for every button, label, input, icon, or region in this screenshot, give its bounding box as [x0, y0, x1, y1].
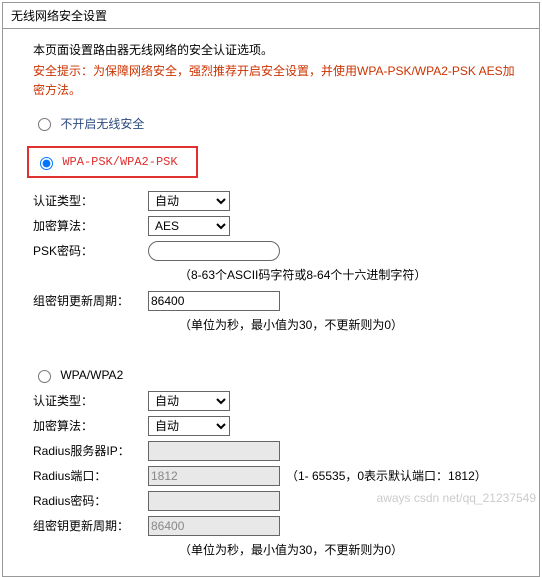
psk-password-row: PSK密码： — [33, 241, 519, 261]
radius-ip-label: Radius服务器IP： — [33, 442, 148, 459]
wpa-encryption-label: 加密算法： — [33, 417, 148, 434]
panel-title: 无线网络安全设置 — [3, 3, 539, 29]
radio-disable-security[interactable] — [38, 118, 51, 131]
wpa-auth-type-select[interactable]: 自动 — [148, 391, 230, 411]
psk-rekey-row: 组密钥更新周期： — [33, 291, 519, 311]
psk-password-input[interactable] — [148, 241, 280, 261]
wpa-rekey-label: 组密钥更新周期： — [33, 517, 148, 534]
encryption-label: 加密算法： — [33, 217, 148, 234]
option-wpa-psk-highlight: WPA-PSK/WPA2-PSK — [27, 146, 198, 178]
group-rekey-label: 组密钥更新周期： — [33, 292, 148, 309]
option-disable-security[interactable]: 不开启无线安全 — [33, 113, 519, 134]
radius-port-input[interactable] — [148, 466, 280, 486]
wireless-security-panel: 无线网络安全设置 本页面设置路由器无线网络的安全认证选项。 安全提示：为保障网络… — [2, 2, 540, 577]
wpa-auth-type-label: 认证类型： — [33, 392, 148, 409]
wpa-rekey-hint: （单位为秒，最小值为30，不更新则为0） — [179, 541, 519, 560]
option-wpa-psk[interactable]: WPA-PSK/WPA2-PSK — [35, 152, 178, 172]
radio-wpa-psk[interactable] — [40, 157, 53, 170]
radius-port-row: Radius端口： （1- 65535，0表示默认端口：1812） — [33, 466, 519, 486]
psk-password-label: PSK密码： — [33, 242, 148, 259]
panel-content: 本页面设置路由器无线网络的安全认证选项。 安全提示：为保障网络安全，强烈推荐开启… — [3, 29, 539, 576]
auth-type-label: 认证类型： — [33, 192, 148, 209]
radius-port-hint: （1- 65535，0表示默认端口：1812） — [286, 467, 487, 484]
option-wpa[interactable]: WPA/WPA2 — [33, 365, 519, 385]
wpa-encryption-select[interactable]: 自动 — [148, 416, 230, 436]
radius-pw-row: Radius密码： — [33, 491, 519, 511]
psk-encryption-select[interactable]: AES — [148, 216, 230, 236]
psk-auth-type-row: 认证类型： 自动 — [33, 191, 519, 211]
psk-encryption-row: 加密算法： AES — [33, 216, 519, 236]
radio-wpa-psk-label: WPA-PSK/WPA2-PSK — [62, 155, 177, 169]
radio-wpa-label: WPA/WPA2 — [60, 368, 123, 382]
radius-port-label: Radius端口： — [33, 467, 148, 484]
psk-auth-type-select[interactable]: 自动 — [148, 191, 230, 211]
security-warning-text: 安全提示：为保障网络安全，强烈推荐开启安全设置，并使用WPA-PSK/WPA2-… — [33, 62, 519, 100]
wpa-rekey-input[interactable] — [148, 516, 280, 536]
radio-wpa[interactable] — [38, 370, 51, 383]
description-text: 本页面设置路由器无线网络的安全认证选项。 — [33, 41, 519, 60]
radio-disable-label: 不开启无线安全 — [60, 117, 144, 131]
wpa-rekey-row: 组密钥更新周期： — [33, 516, 519, 536]
radius-pw-input[interactable] — [148, 491, 280, 511]
radius-ip-input[interactable] — [148, 441, 280, 461]
psk-password-hint: （8-63个ASCII码字符或8-64个十六进制字符） — [179, 266, 519, 285]
radius-ip-row: Radius服务器IP： — [33, 441, 519, 461]
wpa-auth-type-row: 认证类型： 自动 — [33, 391, 519, 411]
wpa-encryption-row: 加密算法： 自动 — [33, 416, 519, 436]
psk-rekey-input[interactable] — [148, 291, 280, 311]
psk-rekey-hint: （单位为秒，最小值为30，不更新则为0） — [179, 316, 519, 335]
